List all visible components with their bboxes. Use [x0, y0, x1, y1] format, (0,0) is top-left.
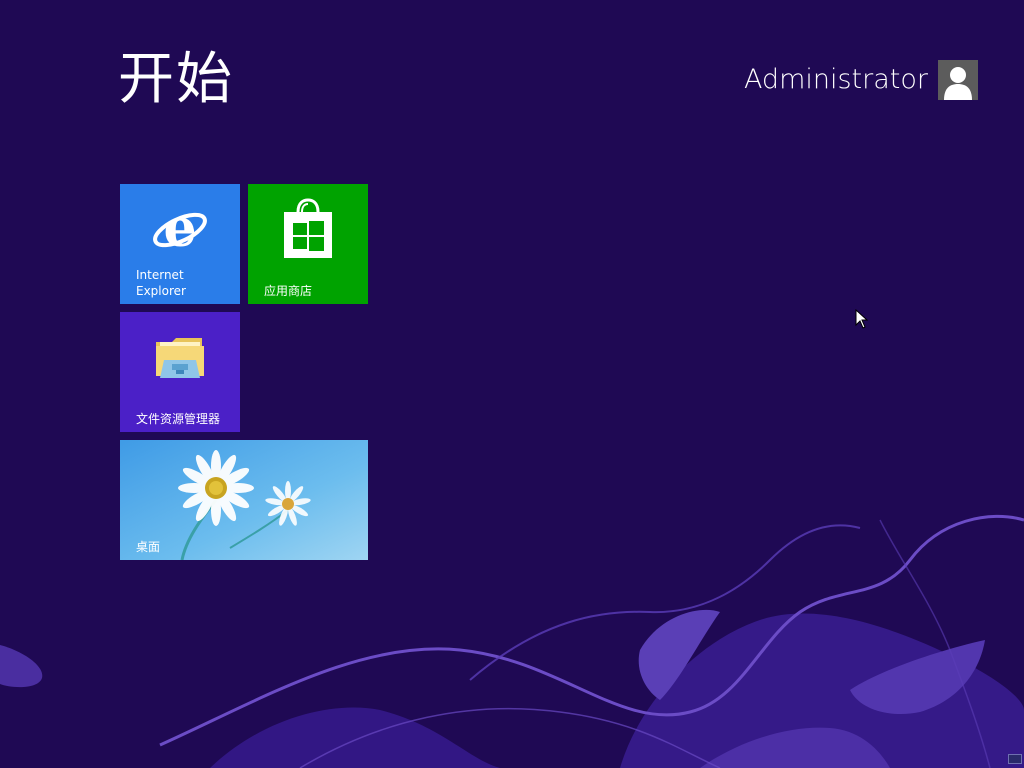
tile-internet-explorer[interactable]: e Internet Explorer [120, 184, 240, 304]
start-screen: 开始 Administrator e Internet Explorer 应用商… [0, 0, 1024, 768]
tile-store[interactable]: 应用商店 [248, 184, 368, 304]
windows-store-icon [280, 198, 336, 266]
zoom-out-icon[interactable] [1008, 754, 1022, 764]
user-silhouette-icon[interactable] [938, 60, 978, 100]
tile-label: 文件资源管理器 [136, 412, 221, 426]
mouse-cursor-icon [855, 309, 869, 329]
svg-text:e: e [163, 200, 196, 259]
tile-label: Internet Explorer [136, 268, 186, 298]
tile-file-explorer[interactable]: 文件资源管理器 [120, 312, 240, 432]
tile-desktop[interactable]: 桌面 [120, 440, 368, 560]
start-title: 开始 [118, 47, 234, 112]
file-explorer-icon [154, 334, 206, 386]
user-account[interactable]: Administrator [744, 60, 978, 100]
internet-explorer-icon: e [150, 198, 210, 264]
user-name[interactable]: Administrator [744, 60, 928, 100]
tile-label: 桌面 [136, 540, 161, 554]
tile-label: 应用商店 [264, 284, 313, 298]
